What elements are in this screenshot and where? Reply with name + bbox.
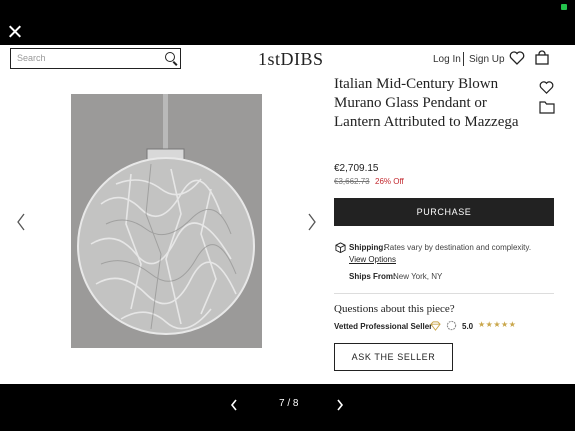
purchase-button[interactable]: PURCHASE <box>334 198 554 226</box>
ask-seller-button[interactable]: ASK THE SELLER <box>334 343 453 371</box>
shipping-box-icon <box>335 242 346 253</box>
search-placeholder: Search <box>17 53 46 63</box>
search-input[interactable]: Search <box>10 48 181 69</box>
product-price: €2,709.15 <box>334 163 379 174</box>
nav-separator <box>463 52 464 66</box>
signup-link[interactable]: Sign Up <box>469 54 505 65</box>
top-bar <box>0 0 575 45</box>
favorite-heart-icon[interactable] <box>539 80 554 95</box>
discount-badge: 26% Off <box>375 177 404 186</box>
original-price: €3,662.73 <box>334 177 370 186</box>
chevron-right-icon[interactable] <box>306 212 318 232</box>
battery-icon <box>561 4 567 10</box>
shipping-label: Shipping: <box>349 243 386 252</box>
vetted-seller-label: Vetted Professional Seller <box>334 322 433 331</box>
diamond-icon <box>430 321 441 331</box>
seller-badge-icon <box>446 320 457 331</box>
seller-rating: 5.0 <box>462 322 474 331</box>
chevron-left-icon[interactable] <box>15 212 27 232</box>
questions-heading: Questions about this piece? <box>334 303 455 315</box>
ships-from-label: Ships From: <box>349 272 396 281</box>
folder-icon[interactable] <box>539 100 555 114</box>
shopping-bag-icon[interactable] <box>534 50 550 66</box>
site-logo[interactable]: 1stDIBS <box>258 49 324 70</box>
close-icon[interactable] <box>7 24 23 40</box>
login-link[interactable]: Log In <box>433 54 461 65</box>
product-title: Italian Mid-Century Blown Murano Glass P… <box>334 76 519 130</box>
product-image[interactable] <box>71 94 262 348</box>
search-icon[interactable] <box>165 52 175 62</box>
divider <box>334 293 554 294</box>
next-image-icon[interactable] <box>335 398 345 412</box>
site-header: Search 1stDIBS Log In Sign Up <box>0 45 575 74</box>
glass-pendant-image <box>71 94 262 348</box>
view-options-link[interactable]: View Options <box>349 255 396 264</box>
heart-icon[interactable] <box>509 50 525 66</box>
star-rating-icon: ★★★★★ <box>478 320 517 329</box>
ships-from-value: New York, NY <box>393 272 443 281</box>
image-pager: 7 / 8 <box>279 398 299 409</box>
product-content: Italian Mid-Century Blown Murano Glass P… <box>0 74 575 384</box>
prev-image-icon[interactable] <box>229 398 239 412</box>
shipping-text: Rates vary by destination and complexity… <box>384 243 532 252</box>
